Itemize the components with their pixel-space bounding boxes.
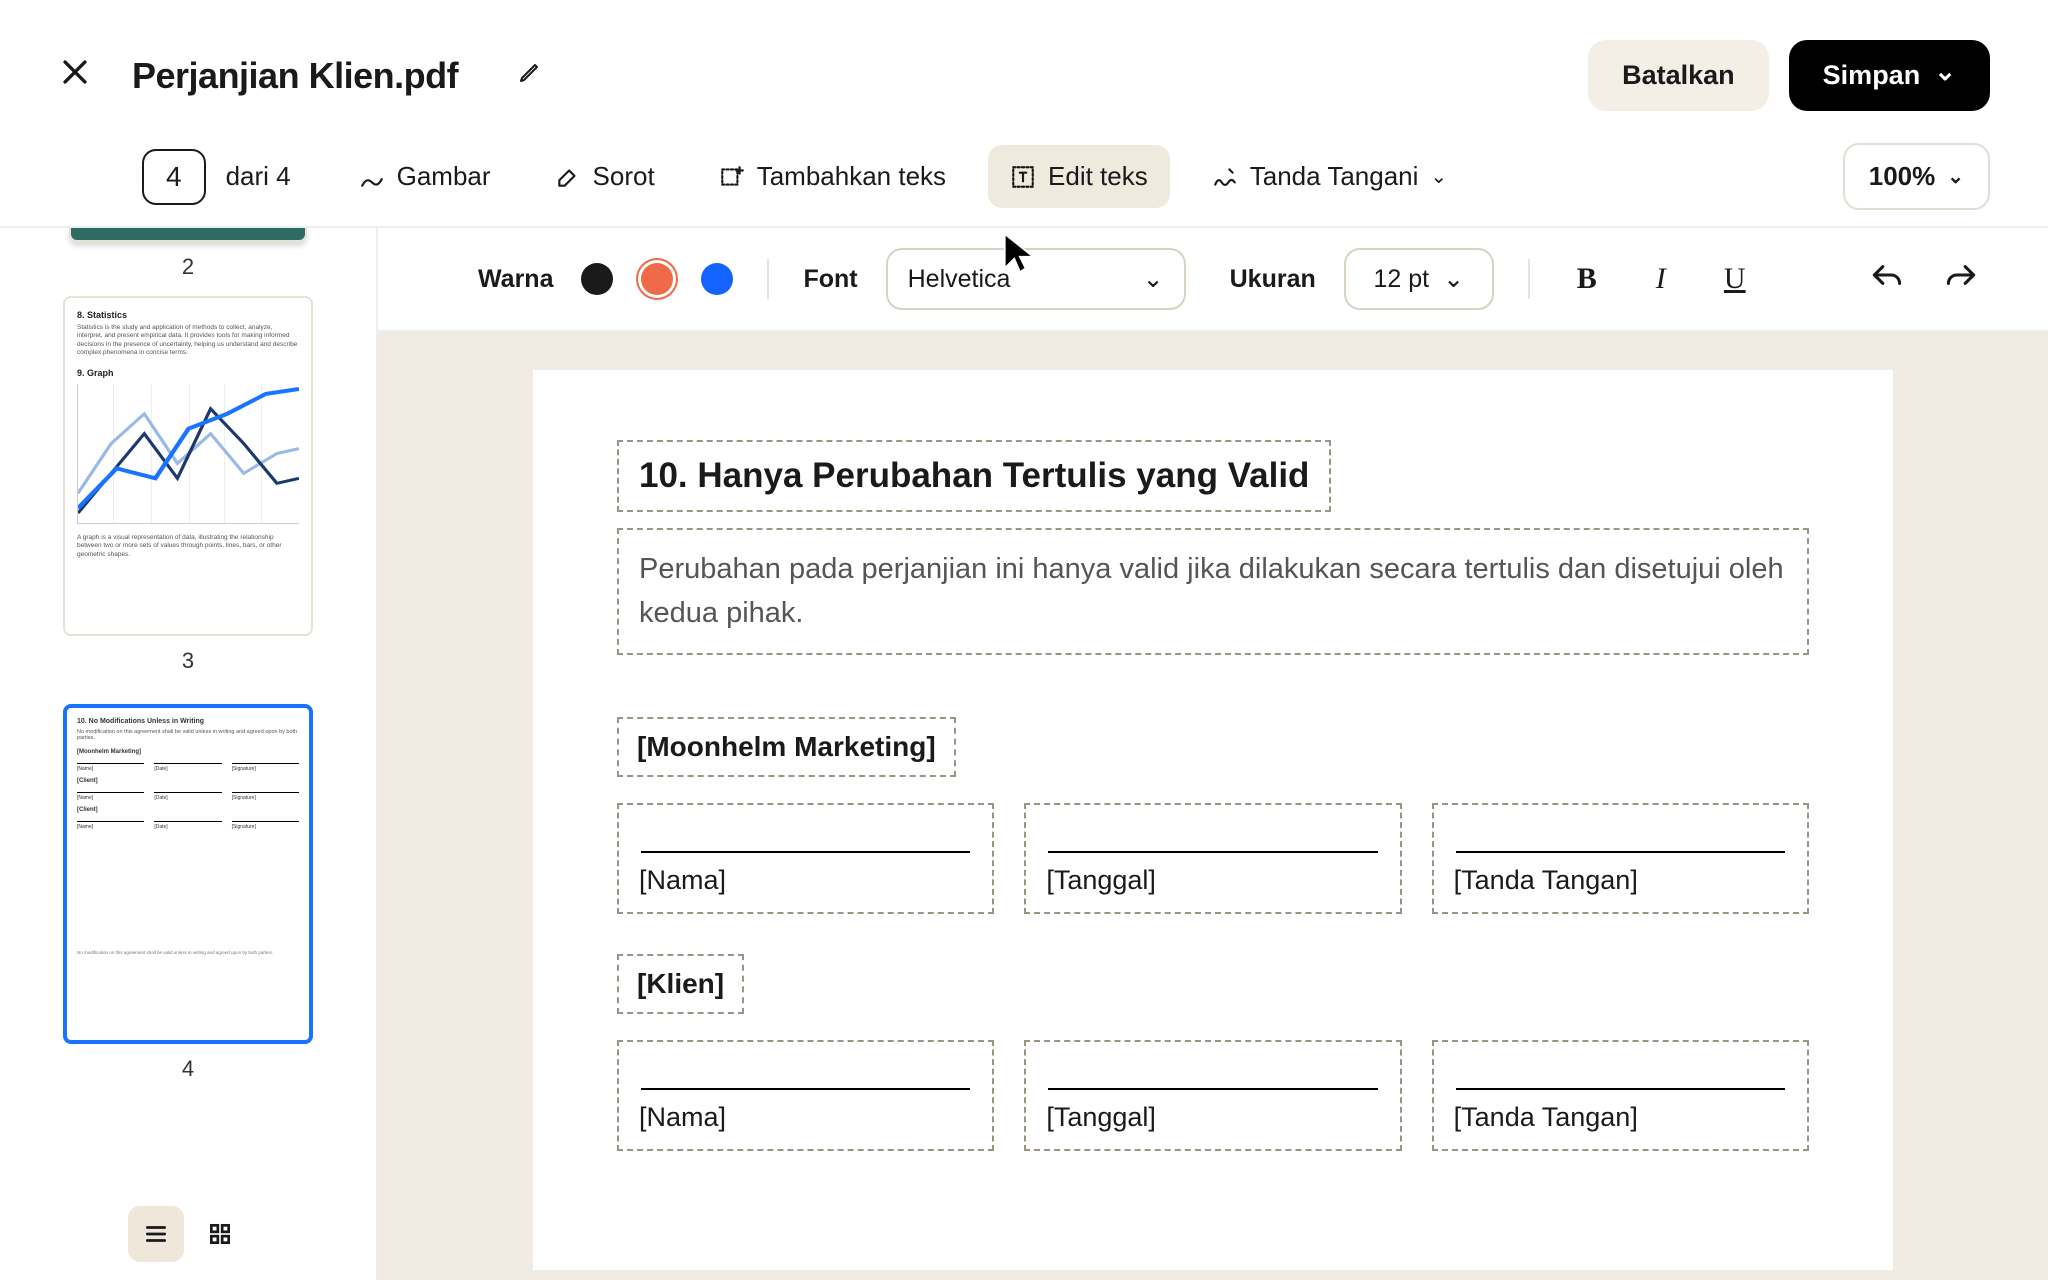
thumb-text: [Moonhelm Marketing] bbox=[77, 749, 299, 755]
thumb-text: No modification on this agreement shall … bbox=[77, 729, 299, 741]
edit-text-tool[interactable]: Edit teks bbox=[988, 145, 1170, 208]
add-text-tool[interactable]: Tambahkan teks bbox=[697, 145, 968, 208]
field-caption: [Tanda Tangan] bbox=[1454, 1102, 1787, 1133]
file-title: Perjanjian Klien.pdf bbox=[132, 55, 458, 97]
chevron-down-icon: ⌄ bbox=[1443, 264, 1464, 294]
save-label: Simpan bbox=[1823, 60, 1921, 91]
font-value: Helvetica bbox=[908, 265, 1011, 294]
format-bar: Warna Font Helvetica ⌄ Ukuran 12 pt ⌄ B … bbox=[378, 228, 2048, 332]
grid-view-toggle[interactable] bbox=[192, 1206, 248, 1262]
sign-icon bbox=[1212, 164, 1238, 190]
close-button[interactable] bbox=[58, 55, 92, 96]
redo-button[interactable] bbox=[1944, 261, 1978, 297]
thumbnail-page-4[interactable]: 10. No Modifications Unless in Writing N… bbox=[63, 704, 313, 1044]
draw-icon bbox=[359, 164, 385, 190]
chevron-down-icon bbox=[1934, 60, 1956, 91]
chevron-down-icon: ⌄ bbox=[1430, 164, 1447, 189]
add-text-label: Tambahkan teks bbox=[757, 161, 946, 192]
color-swatch-black[interactable] bbox=[581, 263, 613, 295]
list-view-toggle[interactable] bbox=[128, 1206, 184, 1262]
field-caption: [Nama] bbox=[639, 865, 972, 896]
toolbar: 4 dari 4 Gambar Sorot Tambahkan teks bbox=[0, 135, 2048, 226]
editable-party-2[interactable]: [Klien] bbox=[617, 954, 744, 1014]
editable-signature-field[interactable]: [Tanda Tangan] bbox=[1432, 803, 1809, 914]
thumb-heading: 10. No Modifications Unless in Writing bbox=[77, 718, 299, 725]
rename-icon[interactable] bbox=[518, 60, 542, 91]
divider bbox=[1528, 259, 1530, 299]
field-caption: [Tanggal] bbox=[1046, 865, 1379, 896]
thumbnail-number: 2 bbox=[182, 254, 194, 280]
edit-text-label: Edit teks bbox=[1048, 161, 1148, 192]
thumbnail-number: 3 bbox=[182, 648, 194, 674]
color-label: Warna bbox=[478, 265, 553, 294]
divider bbox=[767, 259, 769, 299]
font-label: Font bbox=[803, 265, 857, 294]
editable-date-field[interactable]: [Tanggal] bbox=[1024, 803, 1401, 914]
editable-heading[interactable]: 10. Hanya Perubahan Tertulis yang Valid bbox=[617, 440, 1331, 512]
thumb-chart bbox=[77, 384, 299, 524]
thumb-heading: 9. Graph bbox=[77, 368, 299, 378]
color-swatch-orange[interactable] bbox=[641, 263, 673, 295]
add-text-icon bbox=[719, 164, 745, 190]
highlight-tool[interactable]: Sorot bbox=[533, 145, 677, 208]
edit-text-icon bbox=[1010, 164, 1036, 190]
zoom-value: 100% bbox=[1869, 161, 1936, 192]
editable-body[interactable]: Perubahan pada perjanjian ini hanya vali… bbox=[617, 528, 1809, 655]
undo-button[interactable] bbox=[1870, 261, 1904, 297]
italic-button[interactable]: I bbox=[1638, 262, 1684, 296]
topbar: Perjanjian Klien.pdf Batalkan Simpan bbox=[0, 0, 2048, 135]
editable-name-field[interactable]: [Nama] bbox=[617, 803, 994, 914]
page-count-label: dari 4 bbox=[226, 161, 291, 192]
size-value: 12 pt bbox=[1373, 265, 1429, 294]
field-caption: [Tanggal] bbox=[1046, 1102, 1379, 1133]
editable-party-1[interactable]: [Moonhelm Marketing] bbox=[617, 717, 956, 777]
bold-button[interactable]: B bbox=[1564, 262, 1610, 296]
thumb-text: A graph is a visual representation of da… bbox=[77, 534, 299, 559]
field-caption: [Nama] bbox=[639, 1102, 972, 1133]
zoom-select[interactable]: 100% ⌄ bbox=[1843, 143, 1990, 210]
highlight-label: Sorot bbox=[593, 161, 655, 192]
color-swatch-blue[interactable] bbox=[701, 263, 733, 295]
font-select[interactable]: Helvetica ⌄ bbox=[886, 248, 1186, 310]
thumbnail-page-3[interactable]: 8. Statistics Statistics is the study an… bbox=[63, 296, 313, 636]
thumbnail-page-2[interactable] bbox=[69, 228, 307, 242]
cancel-label: Batalkan bbox=[1622, 60, 1735, 91]
document-canvas[interactable]: 10. Hanya Perubahan Tertulis yang Valid … bbox=[378, 332, 2048, 1280]
cancel-button[interactable]: Batalkan bbox=[1588, 40, 1769, 111]
thumbnail-sidebar: 2 8. Statistics Statistics is the study … bbox=[0, 228, 378, 1280]
size-select[interactable]: 12 pt ⌄ bbox=[1344, 248, 1494, 310]
field-caption: [Tanda Tangan] bbox=[1454, 865, 1787, 896]
chevron-down-icon: ⌄ bbox=[1143, 264, 1164, 294]
size-label: Ukuran bbox=[1230, 265, 1316, 294]
sign-label: Tanda Tangani bbox=[1250, 161, 1419, 192]
save-button[interactable]: Simpan bbox=[1789, 40, 1990, 111]
editable-date-field[interactable]: [Tanggal] bbox=[1024, 1040, 1401, 1151]
highlight-icon bbox=[555, 164, 581, 190]
draw-tool[interactable]: Gambar bbox=[337, 145, 513, 208]
draw-label: Gambar bbox=[397, 161, 491, 192]
sign-tool[interactable]: Tanda Tangani ⌄ bbox=[1190, 145, 1469, 208]
page: 10. Hanya Perubahan Tertulis yang Valid … bbox=[533, 370, 1893, 1270]
thumbnail-number: 4 bbox=[182, 1056, 194, 1082]
editable-signature-field[interactable]: [Tanda Tangan] bbox=[1432, 1040, 1809, 1151]
thumb-text: Statistics is the study and application … bbox=[77, 324, 299, 358]
current-page-input[interactable]: 4 bbox=[142, 149, 206, 205]
underline-button[interactable]: U bbox=[1712, 262, 1758, 296]
thumb-footer: No modification on this agreement shall … bbox=[77, 950, 299, 955]
thumb-text: [Client] bbox=[77, 778, 299, 784]
chevron-down-icon: ⌄ bbox=[1947, 164, 1964, 189]
thumb-heading: 8. Statistics bbox=[77, 310, 299, 320]
thumb-text: [Client] bbox=[77, 807, 299, 813]
editable-name-field[interactable]: [Nama] bbox=[617, 1040, 994, 1151]
